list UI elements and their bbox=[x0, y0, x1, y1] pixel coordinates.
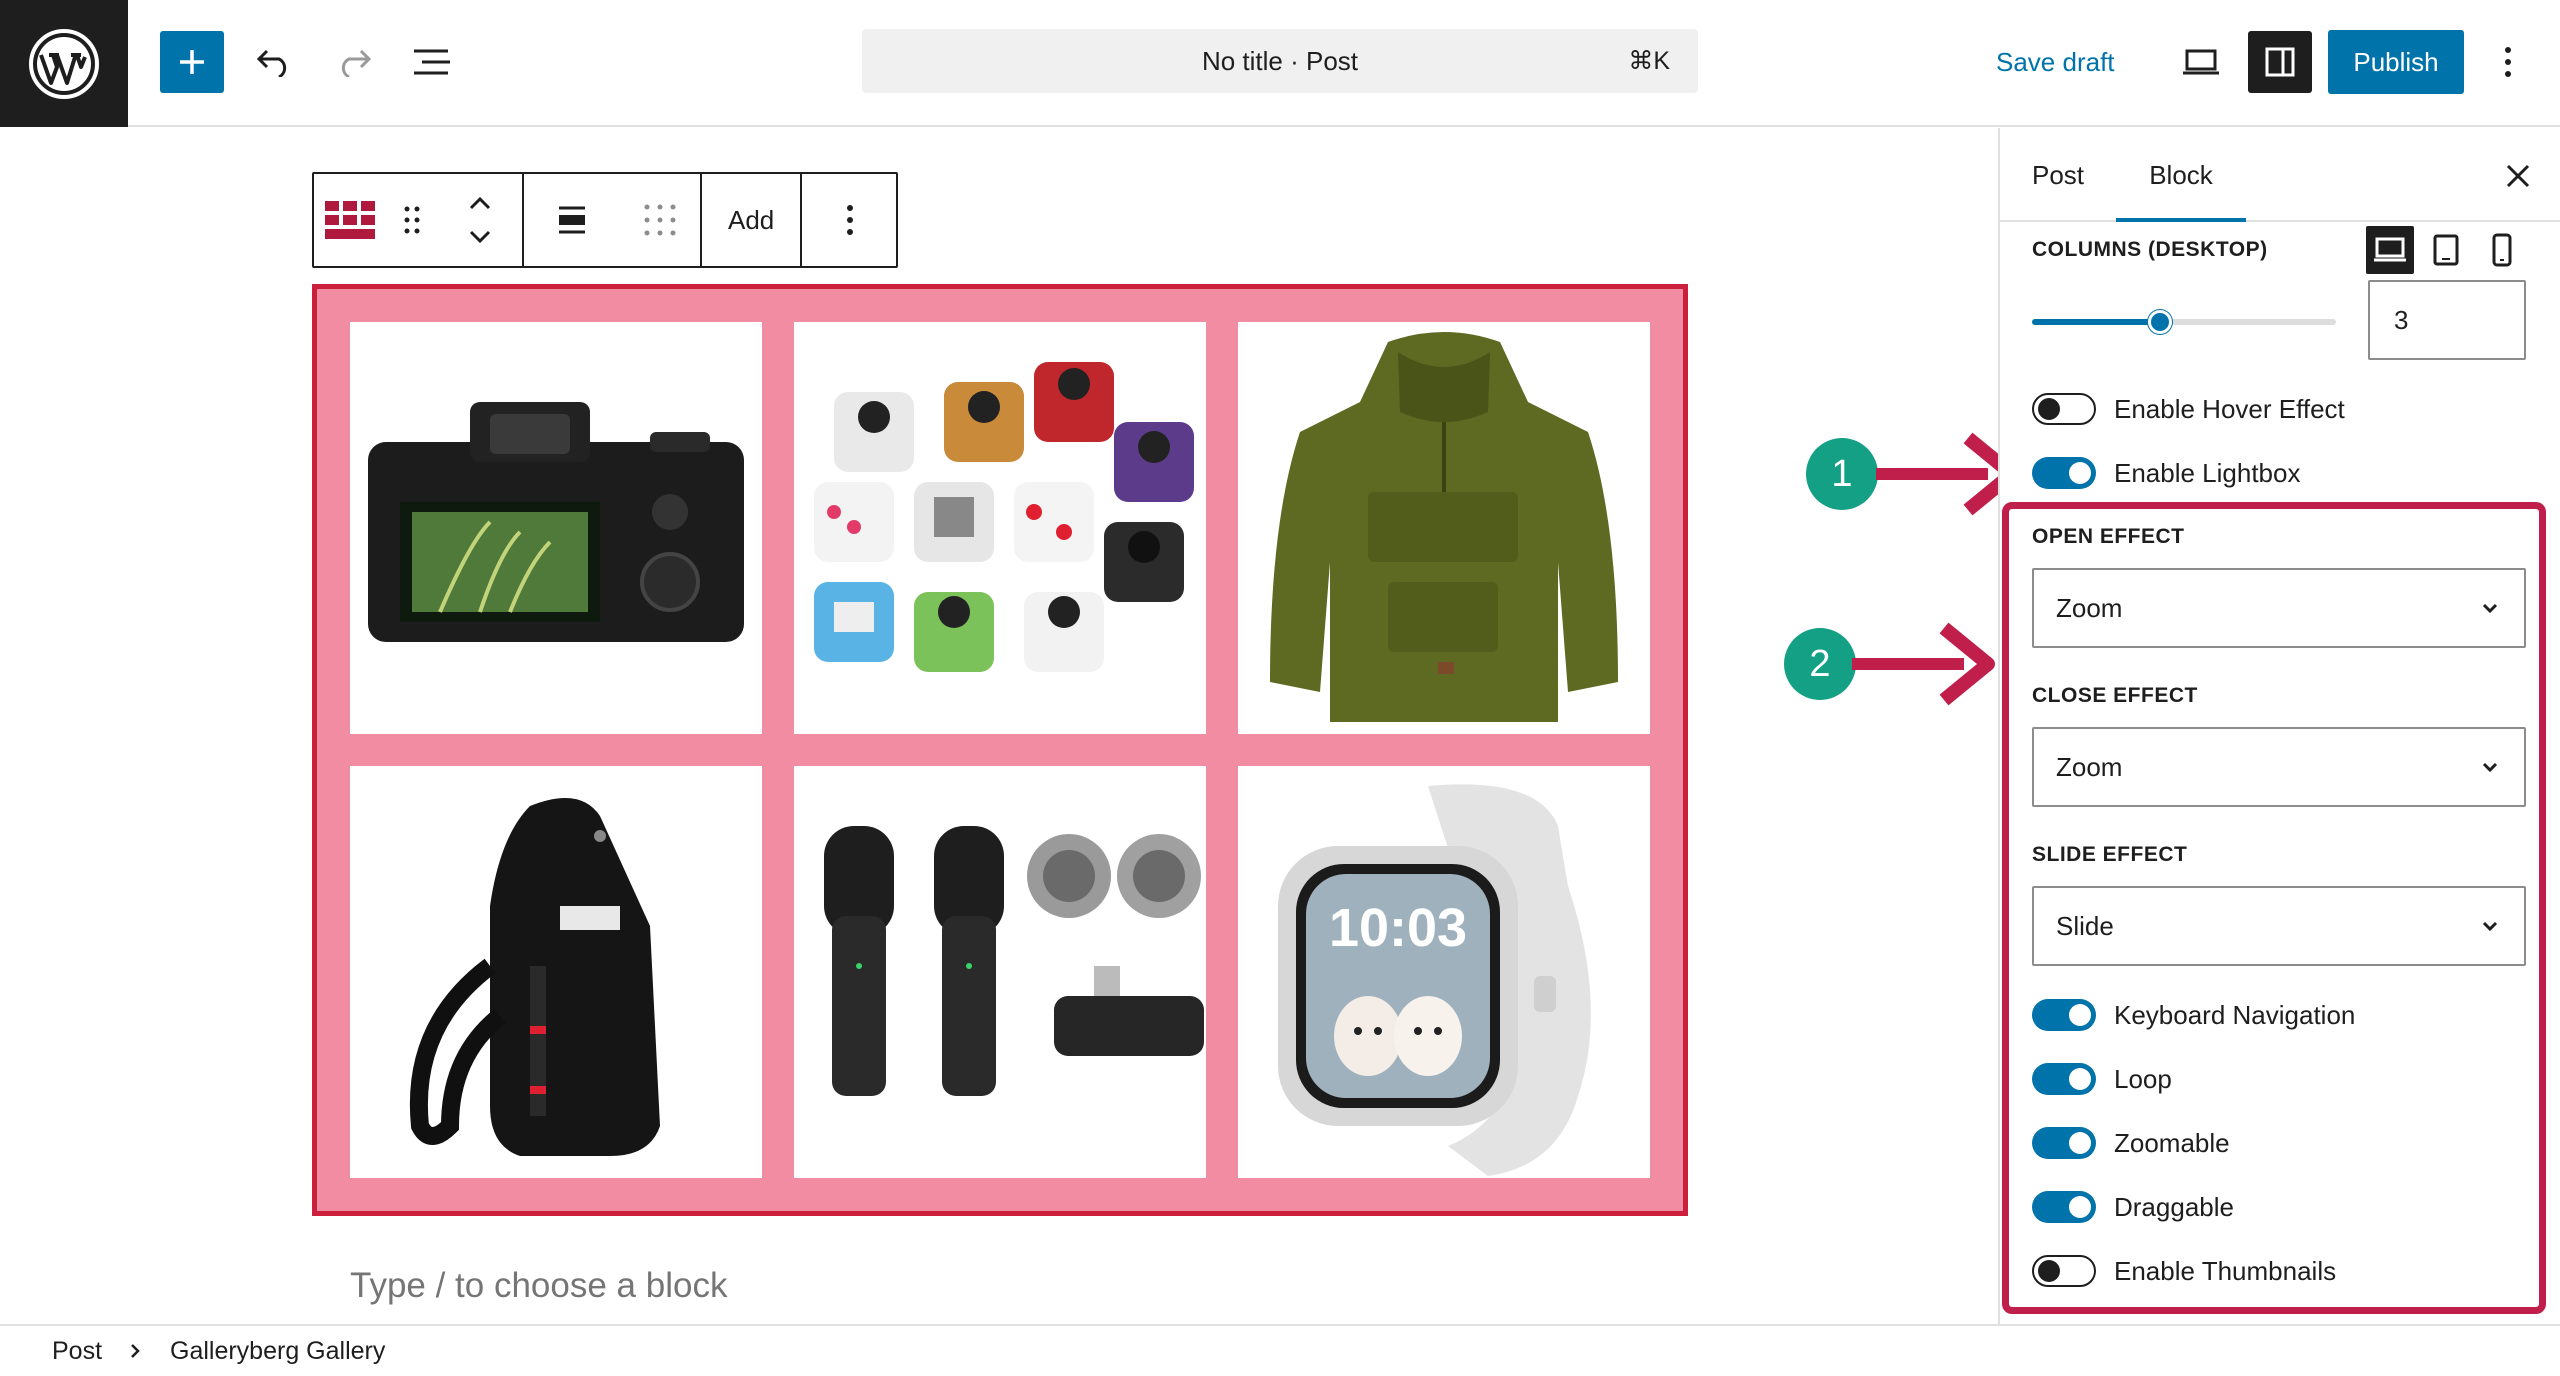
block-toolbar-group-3: Add bbox=[702, 174, 803, 266]
columns-label: COLUMNS (DESKTOP) bbox=[2032, 238, 2268, 261]
add-images-button[interactable]: Add bbox=[702, 174, 800, 266]
gallery-image-camera[interactable] bbox=[350, 322, 762, 734]
preview-button[interactable] bbox=[2170, 31, 2232, 93]
hover-effect-label: Enable Hover Effect bbox=[2114, 393, 2345, 424]
block-toolbar-group-2 bbox=[524, 174, 702, 266]
draggable-toggle[interactable] bbox=[2032, 1191, 2096, 1223]
block-toolbar-group-4 bbox=[802, 174, 898, 266]
command-shortcut: ⌘K bbox=[1628, 47, 1670, 75]
chevron-down-icon bbox=[2482, 603, 2498, 614]
tab-block[interactable]: Block bbox=[2116, 128, 2246, 222]
plus-icon bbox=[180, 50, 204, 74]
thumbnails-label: Enable Thumbnails bbox=[2114, 1255, 2337, 1286]
columns-slider[interactable] bbox=[2032, 310, 2336, 334]
gallery-image-microphones[interactable] bbox=[794, 766, 1206, 1178]
breadcrumb: Post Galleryberg Gallery bbox=[0, 1324, 2560, 1374]
annotation-badge-2: 2 bbox=[1784, 628, 1856, 700]
save-draft-button[interactable]: Save draft bbox=[1996, 31, 2115, 93]
keyboard-navigation-toggle[interactable] bbox=[2032, 999, 2096, 1031]
breadcrumb-post[interactable]: Post bbox=[52, 1326, 102, 1376]
redo-icon bbox=[341, 49, 372, 77]
toggle-row-loop[interactable]: Loop bbox=[2032, 1059, 2172, 1099]
document-overview-button[interactable] bbox=[402, 31, 462, 93]
keyboard-navigation-label: Keyboard Navigation bbox=[2114, 999, 2356, 1030]
toggle-row-lightbox[interactable]: Enable Lightbox bbox=[2032, 453, 2300, 493]
align-icon[interactable] bbox=[524, 174, 620, 266]
open-effect-value: Zoom bbox=[2056, 593, 2123, 623]
desktop-preview-icon bbox=[2183, 49, 2219, 75]
grid-dots-icon[interactable] bbox=[620, 174, 700, 266]
device-desktop-button[interactable] bbox=[2366, 226, 2414, 274]
toggle-row-draggable[interactable]: Draggable bbox=[2032, 1187, 2234, 1227]
block-toolbar: Add bbox=[312, 172, 898, 268]
toggle-row-hover[interactable]: Enable Hover Effect bbox=[2032, 389, 2345, 429]
gallery-block-icon[interactable] bbox=[314, 174, 386, 266]
block-options-icon[interactable] bbox=[802, 174, 898, 266]
undo-icon bbox=[256, 49, 287, 77]
slide-effect-label: SLIDE EFFECT bbox=[2032, 843, 2188, 866]
settings-sidebar-button[interactable] bbox=[2248, 31, 2312, 93]
gallery-image-hoodie[interactable] bbox=[1238, 322, 1650, 734]
toggle-row-zoomable[interactable]: Zoomable bbox=[2032, 1123, 2230, 1163]
chevron-down-icon bbox=[2482, 762, 2498, 773]
add-block-button[interactable] bbox=[160, 31, 224, 93]
publish-button[interactable]: Publish bbox=[2328, 30, 2464, 94]
toggle-row-thumbnails[interactable]: Enable Thumbnails bbox=[2032, 1251, 2336, 1291]
hover-effect-toggle[interactable] bbox=[2032, 393, 2096, 425]
close-icon[interactable] bbox=[2500, 158, 2536, 194]
document-title: No title · Post bbox=[1201, 46, 1359, 76]
editor-header: No title · Post ⌘K Save draft Publish bbox=[0, 0, 2560, 127]
breadcrumb-gallery[interactable]: Galleryberg Gallery bbox=[170, 1326, 385, 1376]
close-effect-select[interactable]: Zoom bbox=[2032, 727, 2526, 807]
toggle-row-keyboard[interactable]: Keyboard Navigation bbox=[2032, 995, 2355, 1035]
sidebar-tabs: Post Block bbox=[2000, 128, 2560, 222]
zoomable-toggle[interactable] bbox=[2032, 1127, 2096, 1159]
move-up-down-icon[interactable] bbox=[438, 174, 522, 266]
chevron-down-icon bbox=[2482, 921, 2498, 932]
annotation-arrow-2-icon bbox=[1852, 622, 1995, 706]
svg-text:10:03: 10:03 bbox=[1329, 898, 1467, 958]
close-effect-value: Zoom bbox=[2056, 752, 2123, 782]
sidebar-panel-icon bbox=[2265, 47, 2295, 77]
open-effect-select[interactable]: Zoom bbox=[2032, 568, 2526, 648]
draggable-label: Draggable bbox=[2114, 1191, 2234, 1222]
open-effect-label: OPEN EFFECT bbox=[2032, 525, 2185, 548]
gallery-image-sling-bag[interactable] bbox=[350, 766, 762, 1178]
drag-handle-icon[interactable] bbox=[386, 174, 438, 266]
device-tablet-button[interactable] bbox=[2422, 226, 2470, 274]
mobile-icon bbox=[2492, 233, 2512, 267]
loop-label: Loop bbox=[2114, 1063, 2172, 1094]
columns-slider-thumb[interactable] bbox=[2147, 310, 2172, 334]
gallery-image-smartwatch[interactable]: 10:03 bbox=[1238, 766, 1650, 1178]
block-toolbar-group-1 bbox=[314, 174, 524, 266]
tablet-icon bbox=[2433, 234, 2459, 266]
slide-effect-value: Slide bbox=[2056, 911, 2114, 941]
desktop-icon bbox=[2374, 237, 2406, 262]
options-button[interactable] bbox=[2478, 31, 2538, 93]
zoomable-label: Zoomable bbox=[2114, 1127, 2230, 1158]
gallery-image-fidget-cubes[interactable] bbox=[794, 322, 1206, 734]
tab-post[interactable]: Post bbox=[2032, 128, 2084, 222]
annotation-badge-1: 1 bbox=[1806, 438, 1878, 510]
vertical-ellipsis-icon bbox=[2505, 47, 2511, 77]
command-bar[interactable]: No title · Post ⌘K bbox=[862, 29, 1698, 93]
redo-button[interactable] bbox=[324, 31, 384, 93]
close-effect-label: CLOSE EFFECT bbox=[2032, 684, 2198, 707]
device-mobile-button[interactable] bbox=[2478, 226, 2526, 274]
columns-slider-fill bbox=[2032, 319, 2160, 325]
thumbnails-toggle[interactable] bbox=[2032, 1255, 2096, 1287]
lightbox-toggle[interactable] bbox=[2032, 457, 2096, 489]
gallery-block[interactable]: 10:03 bbox=[312, 284, 1688, 1216]
wordpress-logo-icon[interactable] bbox=[0, 0, 128, 127]
undo-button[interactable] bbox=[244, 31, 304, 93]
block-appender-placeholder[interactable]: Type / to choose a block bbox=[350, 1266, 727, 1306]
columns-number-input[interactable]: 3 bbox=[2368, 280, 2526, 360]
lightbox-label: Enable Lightbox bbox=[2114, 457, 2301, 488]
slide-effect-select[interactable]: Slide bbox=[2032, 886, 2526, 966]
loop-toggle[interactable] bbox=[2032, 1063, 2096, 1095]
chevron-right-icon bbox=[131, 1344, 140, 1358]
list-view-icon bbox=[414, 49, 450, 75]
